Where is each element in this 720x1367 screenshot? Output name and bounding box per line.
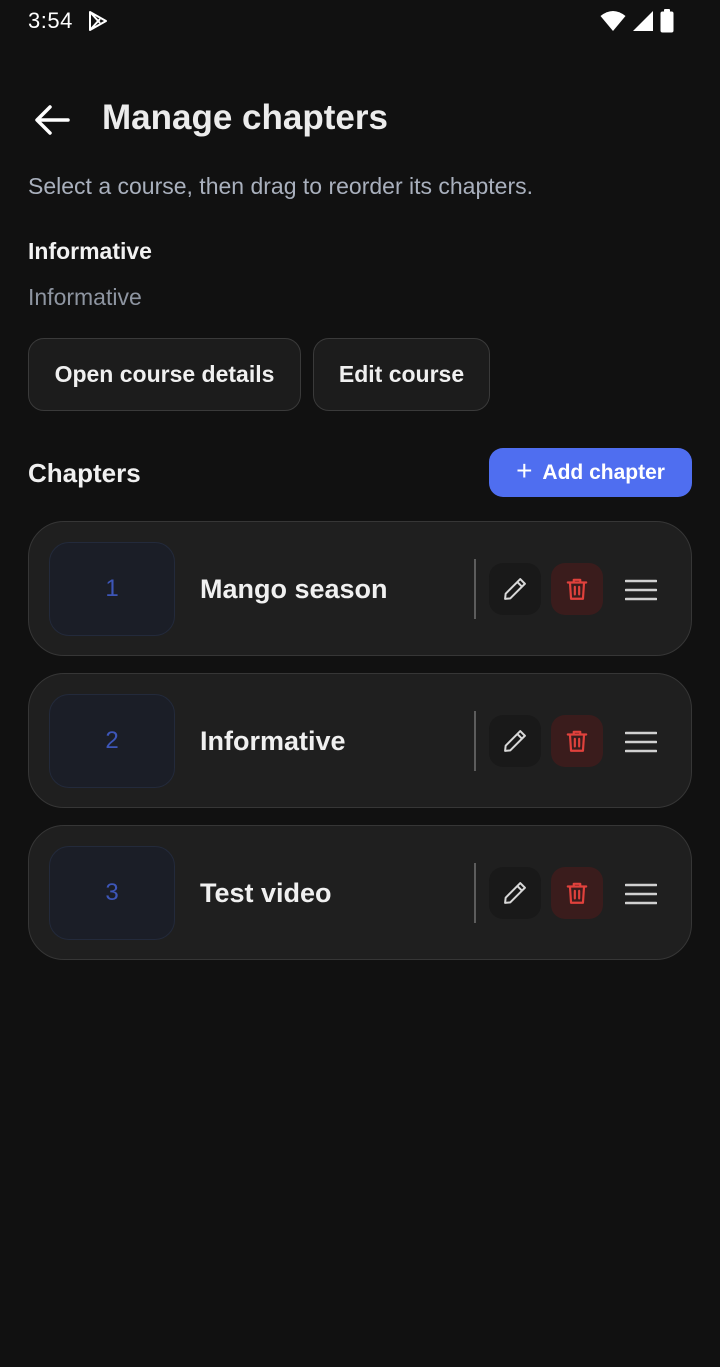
trash-icon: [566, 578, 588, 600]
edit-chapter-button[interactable]: [489, 715, 541, 767]
divider: [474, 559, 476, 619]
chapter-list: 1 Mango season 2 Informative 3 Test vide…: [28, 521, 692, 977]
edit-chapter-button[interactable]: [489, 563, 541, 615]
chapter-title: Mango season: [200, 574, 388, 604]
status-bar: 3:54: [0, 0, 720, 44]
back-arrow-icon: [35, 105, 70, 135]
trash-icon: [566, 730, 588, 752]
chapter-number: 2: [49, 694, 175, 788]
drag-handle-icon[interactable]: [619, 722, 663, 762]
page-title: Manage chapters: [102, 98, 388, 137]
chapters-section-title: Chapters: [28, 458, 141, 488]
chapter-title: Informative: [200, 726, 346, 756]
chapter-number: 3: [49, 846, 175, 940]
page-subtitle: Select a course, then drag to reorder it…: [28, 173, 533, 199]
delete-chapter-button[interactable]: [551, 715, 603, 767]
course-description: Informative: [28, 284, 142, 310]
add-chapter-label: Add chapter: [542, 460, 665, 484]
divider: [474, 711, 476, 771]
drag-handle-icon[interactable]: [619, 874, 663, 914]
delete-chapter-button[interactable]: [551, 867, 603, 919]
chapter-title: Test video: [200, 878, 332, 908]
chapter-number: 1: [49, 542, 175, 636]
chapter-card[interactable]: 1 Mango season: [28, 521, 692, 656]
edit-course-button[interactable]: Edit course: [313, 338, 490, 411]
plus-icon: +: [516, 455, 533, 486]
add-chapter-button[interactable]: + Add chapter: [489, 448, 692, 497]
signal-icon: [633, 11, 653, 31]
chapter-card[interactable]: 2 Informative: [28, 673, 692, 808]
open-course-details-button[interactable]: Open course details: [28, 338, 301, 411]
course-name: Informative: [28, 238, 152, 264]
app-header: Manage chapters: [0, 84, 720, 154]
back-button[interactable]: [28, 98, 76, 142]
status-icons: [600, 9, 674, 33]
status-time: 3:54: [28, 8, 73, 33]
edit-chapter-button[interactable]: [489, 867, 541, 919]
chapter-card[interactable]: 3 Test video: [28, 825, 692, 960]
trash-icon: [566, 882, 588, 904]
pencil-icon: [504, 882, 526, 904]
play-store-icon: [89, 11, 107, 31]
delete-chapter-button[interactable]: [551, 563, 603, 615]
divider: [474, 863, 476, 923]
battery-icon: [660, 9, 674, 33]
wifi-icon: [600, 11, 626, 31]
pencil-icon: [504, 578, 526, 600]
pencil-icon: [504, 730, 526, 752]
drag-handle-icon[interactable]: [619, 570, 663, 610]
